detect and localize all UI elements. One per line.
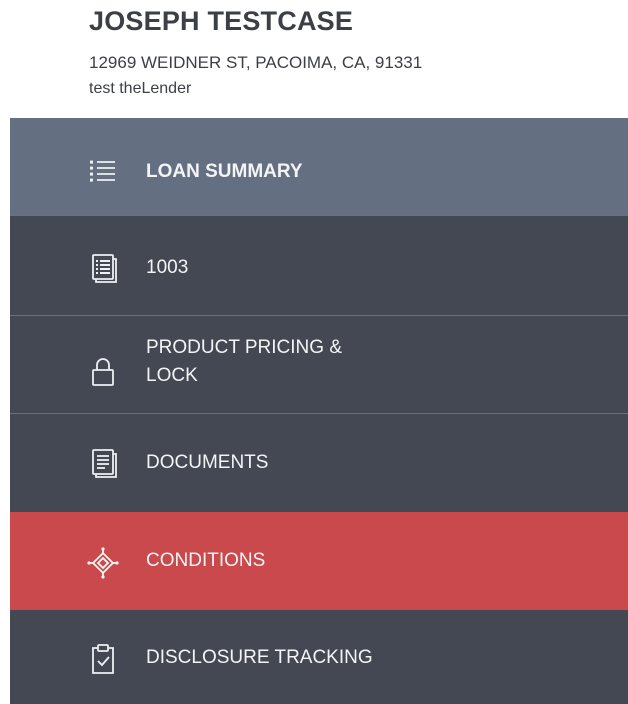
loan-sidebar-nav: LOAN SUMMARY 1003 PRODUCT PRICING & LOCK… <box>10 118 628 704</box>
nav-item-documents[interactable]: DOCUMENTS <box>10 414 628 512</box>
clipboard-check-icon <box>87 643 119 675</box>
nav-label-disclosure-tracking: DISCLOSURE TRACKING <box>146 647 373 668</box>
property-address: 12969 WEIDNER ST, PACOIMA, CA, 91331 <box>89 53 423 72</box>
nav-item-1003[interactable]: 1003 <box>10 216 628 315</box>
lock-icon <box>87 355 119 387</box>
nav-item-loan-summary[interactable]: LOAN SUMMARY <box>10 118 628 215</box>
nav-label-1003: 1003 <box>146 257 189 278</box>
nav-item-product-pricing-lock[interactable]: PRODUCT PRICING & LOCK <box>10 316 628 413</box>
nav-label-loan-summary: LOAN SUMMARY <box>146 161 303 182</box>
document-icon <box>87 447 119 479</box>
nav-label-documents: DOCUMENTS <box>146 452 269 473</box>
loan-header: JOSEPH TESTCASE 12969 WEIDNER ST, PACOIM… <box>0 0 628 118</box>
form-icon <box>87 252 119 284</box>
nav-label-product-pricing-line2: LOCK <box>146 365 198 386</box>
list-icon <box>87 155 119 187</box>
conditions-icon <box>87 547 119 579</box>
nav-item-disclosure-tracking[interactable]: DISCLOSURE TRACKING <box>10 610 628 704</box>
lender-name: test theLender <box>89 80 192 97</box>
borrower-name: JOSEPH TESTCASE <box>89 6 354 36</box>
nav-label-conditions: CONDITIONS <box>146 550 266 571</box>
nav-label-product-pricing-line1: PRODUCT PRICING & <box>146 337 343 358</box>
nav-item-conditions[interactable]: CONDITIONS <box>10 512 628 610</box>
